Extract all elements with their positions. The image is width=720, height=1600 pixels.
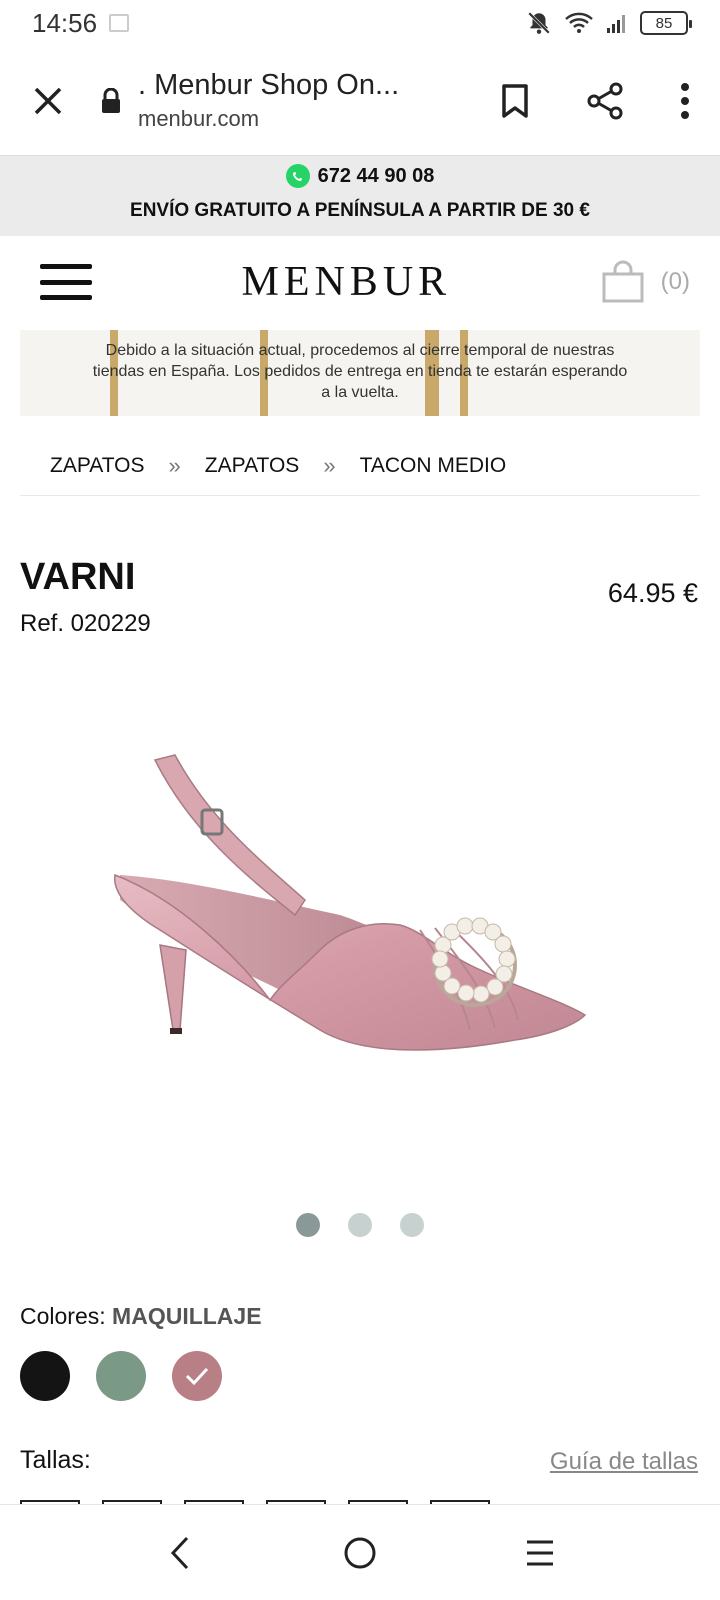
size-guide-link[interactable]: Guía de tallas [550,1448,698,1476]
breadcrumb-item[interactable]: ZAPATOS [205,454,300,478]
share-button[interactable] [560,46,650,155]
phone-number: 672 44 90 08 [317,164,435,187]
colors-label: Colores: MAQUILLAJE [20,1303,262,1330]
status-time: 14:56 [32,7,98,38]
notice-line-1: Debido a la situación actual, procedemos… [105,342,615,359]
cart-button[interactable]: (0) [601,260,690,304]
bookmark-button[interactable] [470,46,560,155]
product-price: 64.95 € [607,578,698,608]
wifi-icon [565,12,593,33]
product-name: VARNI [20,556,136,598]
status-icons: 85 [526,10,692,36]
notice-line-2: tiendas en España. Los pedidos de entreg… [92,363,628,380]
signal-icon [607,15,625,33]
color-swatch-black[interactable] [20,1351,70,1401]
mute-bell-icon [528,12,550,34]
recents-icon [527,1540,553,1565]
status-bar: 14:56 85 [0,0,720,46]
product-image[interactable] [40,700,680,1180]
contact-phone[interactable]: 672 44 90 08 [0,156,720,188]
breadcrumb-item-current[interactable]: TACON MEDIO [360,454,507,478]
address-bar[interactable]: . Menbur Shop On... menbur.com [126,69,470,132]
cart-count: (0) [660,268,690,295]
colors-label-text: Colores: [20,1303,106,1329]
more-vert-icon [681,82,689,119]
share-icon [587,82,623,119]
system-nav-bar [0,1504,720,1600]
site-header: MENBUR (0) [0,236,720,328]
more-options-button[interactable] [650,46,720,155]
free-shipping-text: ENVÍO GRATUITO A PENÍNSULA A PARTIR DE 3… [130,200,590,221]
home-button[interactable] [330,1523,390,1583]
page-title: . Menbur Shop On... [138,69,400,101]
lock-icon [96,87,126,114]
whatsapp-icon [285,164,310,188]
color-swatch-pink[interactable] [172,1351,222,1401]
check-icon [185,1367,209,1386]
carousel-dot-active[interactable] [296,1213,320,1237]
image-carousel-dots [0,1213,720,1237]
breadcrumb: ZAPATOS » ZAPATOS » TACON MEDIO [20,436,700,496]
shopping-bag-icon [602,260,644,303]
close-tab-button[interactable] [0,46,96,155]
back-icon [170,1536,189,1569]
promo-strip: 672 44 90 08 ENVÍO GRATUITO A PENÍNSULA … [0,156,720,236]
sizes-label: Tallas: [20,1446,91,1474]
browser-toolbar: . Menbur Shop On... menbur.com [0,46,720,156]
menu-icon[interactable] [40,264,92,300]
pearl-brooch [431,917,517,1007]
carousel-dot[interactable] [348,1213,372,1237]
notice-text: Debido a la situación actual, procedemos… [20,340,700,403]
home-icon [344,1537,376,1568]
color-swatches [20,1351,222,1401]
close-icon [34,87,62,114]
recents-button[interactable] [510,1523,570,1583]
color-swatch-green[interactable] [96,1351,146,1401]
page-domain: menbur.com [138,106,260,131]
product-reference: Ref. 020229 [20,610,151,637]
bookmark-icon [502,83,528,118]
notice-line-3: a la vuelta. [321,384,399,401]
image-notification-icon [109,14,130,32]
breadcrumb-item[interactable]: ZAPATOS [50,454,145,478]
carousel-dot[interactable] [400,1213,424,1237]
breadcrumb-separator: » [323,452,336,478]
back-button[interactable] [150,1523,210,1583]
breadcrumb-separator: » [168,452,181,478]
store-notice-banner: Debido a la situación actual, procedemos… [20,330,700,416]
battery-icon: 85 [640,11,692,35]
site-logo[interactable]: MENBUR [92,258,601,306]
selected-color: MAQUILLAJE [112,1303,262,1329]
